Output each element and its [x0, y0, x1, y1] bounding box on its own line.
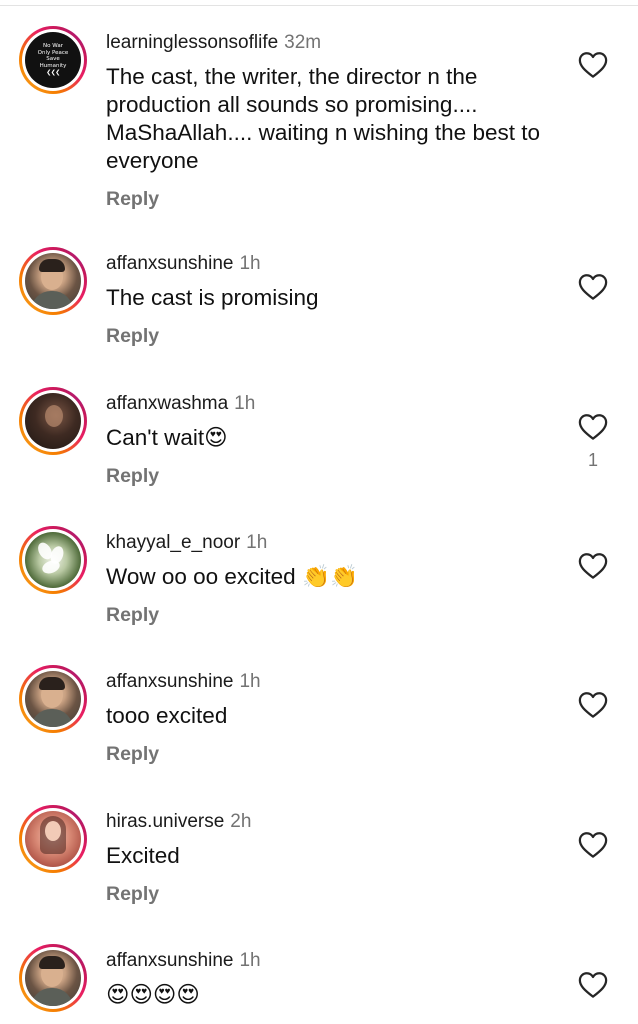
avatar[interactable]: [19, 805, 87, 873]
comment-body: affanxsunshine 1h The cast is promising R…: [106, 252, 561, 348]
comment-username[interactable]: learninglessonsoflife: [106, 32, 278, 53]
comment-time: 1h: [239, 671, 261, 692]
avatar[interactable]: [19, 387, 87, 455]
avatar-image: [25, 253, 81, 309]
heart-outline-icon: [578, 972, 608, 998]
comment-emoji: 👏👏: [301, 564, 358, 590]
comment-text: Excited: [106, 843, 180, 868]
avatar-image: [25, 671, 81, 727]
comment-username[interactable]: affanxwashma: [106, 393, 228, 414]
avatar-image: [25, 532, 81, 588]
heart-outline-icon: [578, 414, 608, 440]
like-button[interactable]: [578, 971, 608, 999]
comment-meta: affanxsunshine 1h: [106, 252, 561, 276]
comment-body: hiras.universe 2h Excited Reply: [106, 810, 561, 906]
reply-button[interactable]: Reply: [106, 882, 159, 906]
comment-username[interactable]: khayyal_e_noor: [106, 532, 240, 553]
avatar-image: [25, 950, 81, 1006]
comment-meta: affanxwashma 1h: [106, 392, 561, 416]
comment-text-body: Wow oo oo excited: [106, 564, 302, 589]
comment-username[interactable]: hiras.universe: [106, 811, 224, 832]
comment-time: 1h: [234, 393, 256, 414]
like-button[interactable]: [578, 831, 608, 859]
reply-button[interactable]: Reply: [106, 742, 159, 766]
comment-body: affanxwashma 1h Can't wait😍 Reply: [106, 392, 561, 488]
like-button[interactable]: [578, 51, 608, 79]
comment-username[interactable]: affanxsunshine: [106, 253, 233, 274]
avatar-image: [25, 393, 81, 449]
comment-username[interactable]: affanxsunshine: [106, 950, 233, 971]
comment-time: 1h: [246, 532, 268, 553]
reply-button[interactable]: Reply: [106, 464, 159, 488]
comment-time: 1h: [239, 253, 261, 274]
comment-text: The cast is promising: [106, 285, 319, 310]
comment-text-body: Can't wait: [106, 425, 205, 450]
comment-time: 32m: [284, 32, 322, 53]
like-count: 1: [587, 450, 598, 470]
comment-body: affanxsunshine 1h 😍😍😍😍: [106, 949, 561, 1009]
comments-screen: No War Only Peace Save Humanity ❮❮❮ lear…: [0, 0, 638, 1024]
avatar[interactable]: [19, 526, 87, 594]
heart-outline-icon: [578, 52, 608, 78]
comment-time: 1h: [239, 950, 261, 971]
comment-text: tooo excited: [106, 703, 228, 728]
comment-text: Wow oo oo excited 👏👏: [106, 563, 561, 591]
heart-outline-icon: [578, 553, 608, 579]
comment-emoji: 😍: [204, 425, 228, 451]
heart-outline-icon: [578, 692, 608, 718]
comment-body: khayyal_e_noor 1h Wow oo oo excited 👏👏 Re…: [106, 531, 561, 627]
comment-meta: affanxsunshine 1h: [106, 949, 561, 973]
heart-outline-icon: [578, 832, 608, 858]
avatar[interactable]: [19, 665, 87, 733]
comment-body: affanxsunshine 1h tooo excited Reply: [106, 670, 561, 766]
comment-meta: hiras.universe 2h: [106, 810, 561, 834]
comment-emoji: 😍😍😍😍: [106, 982, 200, 1008]
like-button[interactable]: [578, 691, 608, 719]
comment-text: The cast, the writer, the director n the…: [106, 64, 540, 173]
avatar-image: No War Only Peace Save Humanity ❮❮❮: [25, 32, 81, 88]
avatar-image: [25, 811, 81, 867]
like-button[interactable]: [578, 413, 608, 441]
comment-text: 😍😍😍😍: [106, 981, 561, 1009]
comment-time: 2h: [230, 811, 252, 832]
reply-button[interactable]: Reply: [106, 187, 159, 211]
like-button[interactable]: [578, 552, 608, 580]
avatar[interactable]: No War Only Peace Save Humanity ❮❮❮: [19, 26, 87, 94]
top-divider: [0, 0, 638, 6]
comment-username[interactable]: affanxsunshine: [106, 671, 233, 692]
comment-meta: affanxsunshine 1h: [106, 670, 561, 694]
avatar[interactable]: [19, 247, 87, 315]
reply-button[interactable]: Reply: [106, 324, 159, 348]
comment-body: learninglessonsoflife 32m The cast, the w…: [106, 31, 561, 211]
comment-meta: learninglessonsoflife 32m: [106, 31, 561, 55]
comment-text: Can't wait😍: [106, 424, 561, 452]
comment-meta: khayyal_e_noor 1h: [106, 531, 561, 555]
reply-button[interactable]: Reply: [106, 603, 159, 627]
avatar-badge-mark: ❮❮❮: [46, 69, 60, 77]
avatar[interactable]: [19, 944, 87, 1012]
heart-outline-icon: [578, 274, 608, 300]
like-button[interactable]: [578, 273, 608, 301]
